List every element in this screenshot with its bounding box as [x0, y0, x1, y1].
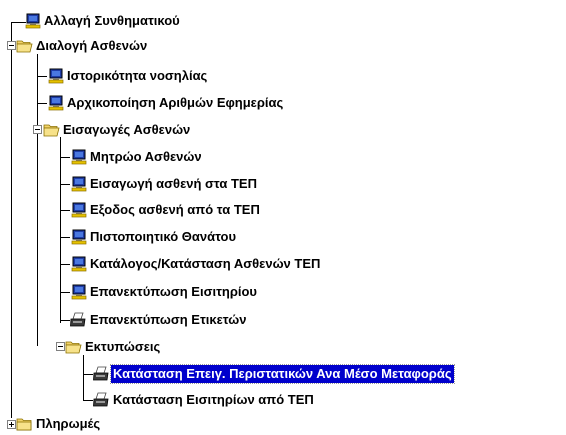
collapse-toggle-icon[interactable]	[56, 342, 65, 351]
tree-item-emergency-by-transport[interactable]: Κατάσταση Επειγ. Περιστατικών Ανα Μέσο Μ…	[93, 363, 455, 385]
tree-item-label: Εξοδος ασθενή από τα ΤΕΠ	[90, 202, 260, 217]
tree-item-label: Εκτυπώσεις	[85, 339, 161, 354]
tree-item-label: Αρχικοποίηση Αριθμών Εφημερίας	[67, 95, 284, 110]
tree-line	[37, 103, 47, 104]
tree-item-admit-to-er[interactable]: Εισαγωγή ασθενή στα ΤΕΠ	[70, 173, 259, 195]
tree-item-reprint-labels[interactable]: Επανεκτύπωση Ετικετών	[70, 309, 248, 331]
tree-item-change-password[interactable]: Αλλαγή Συνθηματικού	[24, 10, 182, 32]
tree-item-discharge-from-er[interactable]: Εξοδος ασθενή από τα ΤΕΠ	[70, 199, 262, 221]
computer-icon	[70, 149, 87, 165]
tree-item-label: Ιστορικότητα νοσηλίας	[67, 68, 208, 83]
computer-icon	[70, 284, 87, 300]
tree-item-label: Κατάλογος/Κατάσταση Ασθενών ΤΕΠ	[90, 256, 321, 271]
tree-item-label: Αλλαγή Συνθηματικού	[44, 13, 180, 28]
tree-item-label: Επανεκτύπωση Εισιτηρίου	[90, 284, 257, 299]
tree-line	[60, 264, 70, 265]
tree-item-payments[interactable]: Πληρωμές	[16, 413, 102, 435]
tree-line	[60, 320, 70, 321]
tree-line	[60, 137, 61, 323]
expand-toggle-icon[interactable]	[7, 420, 16, 429]
tree-line	[60, 237, 70, 238]
tree-item-er-patient-list[interactable]: Κατάλογος/Κατάσταση Ασθενών ΤΕΠ	[70, 253, 322, 275]
tree-item-label: Πιστοποιητικό Θανάτου	[90, 229, 237, 244]
tree-item-patient-registry[interactable]: Μητρώο Ασθενών	[70, 146, 204, 168]
tree-item-er-tickets-report[interactable]: Κατάσταση Εισιτηρίων από ΤΕΠ	[93, 389, 316, 411]
folder-open-icon	[43, 122, 60, 138]
tree-item-label: Επανεκτύπωση Ετικετών	[90, 312, 247, 327]
tree-line	[83, 374, 93, 375]
tree-line	[60, 292, 70, 293]
tree-item-init-shift-numbers[interactable]: Αρχικοποίηση Αριθμών Εφημερίας	[47, 92, 285, 114]
collapse-toggle-icon[interactable]	[7, 41, 16, 50]
tree-line	[37, 76, 47, 77]
tree-item-patient-triage[interactable]: Διαλογή Ασθενών	[16, 35, 149, 57]
printer-icon	[70, 312, 87, 328]
tree-item-reprint-ticket[interactable]: Επανεκτύπωση Εισιτηρίου	[70, 281, 259, 303]
tree-item-death-certificate[interactable]: Πιστοποιητικό Θανάτου	[70, 226, 238, 248]
computer-icon	[70, 229, 87, 245]
tree-item-label: Διαλογή Ασθενών	[36, 38, 148, 53]
tree-item-label: Κατάσταση Εισιτηρίων από ΤΕΠ	[113, 392, 314, 407]
tree-item-label: Μητρώο Ασθενών	[90, 149, 202, 164]
folder-open-icon	[65, 339, 82, 355]
tree-line	[83, 355, 84, 401]
tree-line	[83, 400, 93, 401]
computer-icon	[47, 95, 64, 111]
folder-open-icon	[16, 38, 33, 54]
tree-line	[60, 184, 70, 185]
computer-icon	[70, 202, 87, 218]
tree-item-printouts[interactable]: Εκτυπώσεις	[65, 336, 162, 358]
collapse-toggle-icon[interactable]	[33, 125, 42, 134]
tree-item-patient-admissions[interactable]: Εισαγωγές Ασθενών	[43, 119, 192, 141]
computer-icon	[70, 176, 87, 192]
computer-icon	[70, 256, 87, 272]
tree-line	[11, 22, 12, 418]
folder-closed-icon	[16, 416, 33, 432]
tree-line	[60, 157, 70, 158]
tree-line	[37, 54, 38, 346]
tree-item-hospitalization-history[interactable]: Ιστορικότητα νοσηλίας	[47, 65, 209, 87]
printer-icon	[93, 366, 110, 382]
tree-item-label: Εισαγωγές Ασθενών	[63, 122, 191, 137]
tree-line	[60, 210, 70, 211]
tree-item-label: Εισαγωγή ασθενή στα ΤΕΠ	[90, 176, 257, 191]
tree-item-label: Κατάσταση Επειγ. Περιστατικών Ανα Μέσο Μ…	[110, 364, 455, 384]
printer-icon	[93, 392, 110, 408]
menu-tree: Αλλαγή Συνθηματικού Διαλογή Ασθενών Ιστο…	[0, 0, 566, 435]
computer-icon	[47, 68, 64, 84]
tree-item-label: Πληρωμές	[36, 416, 101, 431]
computer-icon	[24, 13, 41, 29]
